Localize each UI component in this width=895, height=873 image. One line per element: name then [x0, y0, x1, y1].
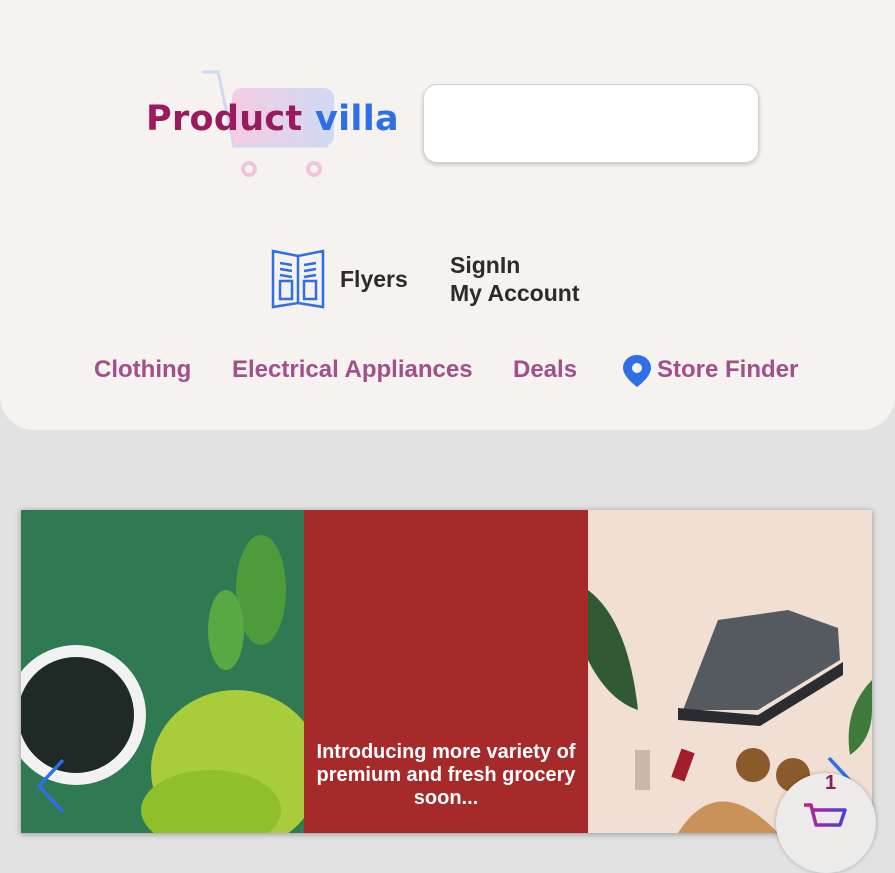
search-input[interactable] [423, 84, 759, 163]
nav-clothing[interactable]: Clothing [94, 354, 191, 386]
nav-electrical-appliances[interactable]: Electrical Appliances [232, 354, 473, 386]
logo[interactable]: Product villa [146, 66, 399, 186]
nav-deals[interactable]: Deals [513, 354, 577, 386]
floating-cart-button[interactable]: 1 [776, 772, 876, 873]
carousel-promo-panel: Introducing more variety of premium and … [304, 510, 588, 833]
location-pin-icon [623, 355, 651, 387]
logo-text: Product villa [146, 99, 399, 139]
my-account-link[interactable]: My Account [450, 279, 580, 307]
account-links: SignIn My Account [450, 251, 580, 307]
cart-count-badge: 1 [825, 772, 837, 794]
main-nav: Clothing Electrical Appliances Deals Sto… [0, 354, 895, 390]
flyers-icon [271, 249, 325, 309]
logo-word-villa: villa [315, 99, 399, 139]
logo-word-product: Product [146, 99, 303, 139]
site-header: Product villa Flyers SignIn My Account C… [0, 0, 895, 430]
carousel-prev-arrow-icon[interactable] [35, 758, 67, 814]
nav-store-finder[interactable]: Store Finder [657, 354, 798, 386]
flyers-link[interactable]: Flyers [270, 247, 408, 311]
signin-link[interactable]: SignIn [450, 251, 580, 279]
shopping-cart-icon [804, 803, 847, 827]
flyers-label: Flyers [340, 265, 408, 292]
promo-text: Introducing more variety of premium and … [316, 741, 576, 809]
promo-carousel[interactable]: Introducing more variety of premium and … [21, 510, 872, 833]
